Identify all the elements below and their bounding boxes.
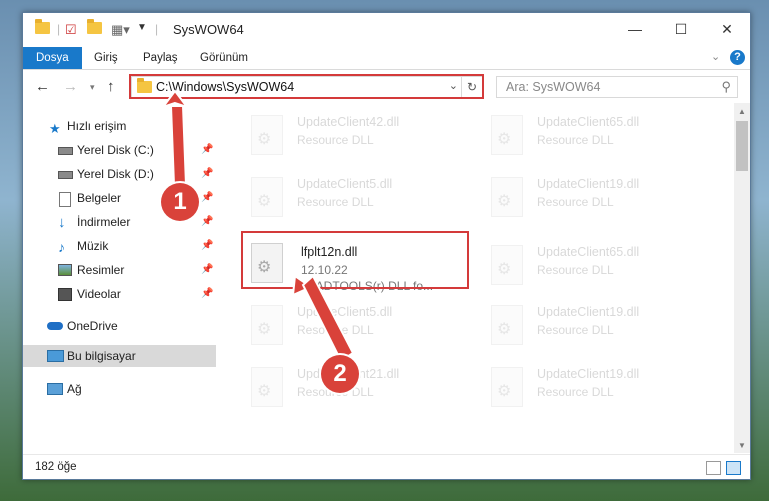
arrow-1-head <box>160 89 190 109</box>
explorer-window: | ☑ ▦▾ ▼ | SysWOW64 — ☐ ✕ Dosya Giriş Pa… <box>22 12 751 480</box>
step-2-badge: 2 <box>321 355 359 393</box>
arrow-1-shaft <box>169 105 188 186</box>
step-1-badge: 1 <box>161 183 199 221</box>
annotation-arrows <box>160 89 355 363</box>
arrow-2-shaft <box>301 274 355 363</box>
